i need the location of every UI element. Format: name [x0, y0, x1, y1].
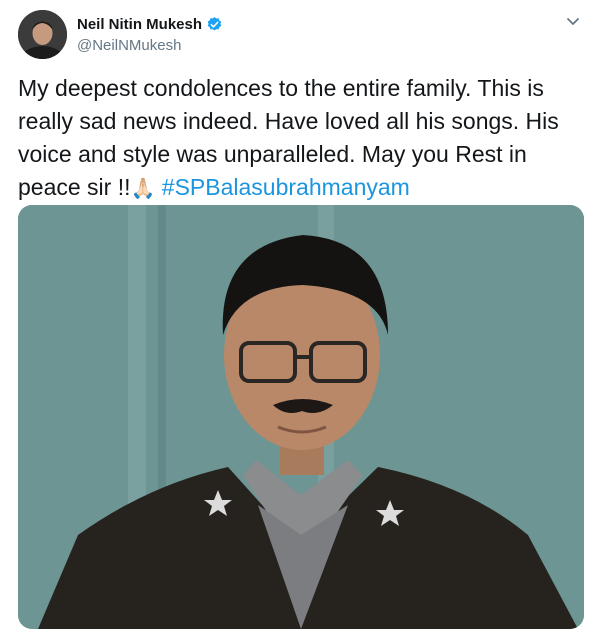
- tweet-photo[interactable]: [18, 205, 584, 629]
- avatar[interactable]: [18, 10, 67, 59]
- prayer-emoji: 🙏🏻: [130, 176, 156, 200]
- user-handle[interactable]: @NeilNMukesh: [77, 37, 223, 54]
- hashtag-link[interactable]: #SPBalasubrahmanyam: [162, 174, 410, 200]
- author-block: Neil Nitin Mukesh @NeilNMukesh: [77, 14, 223, 54]
- tweet-card[interactable]: Neil Nitin Mukesh @NeilNMukesh My deepes…: [0, 0, 596, 629]
- display-name[interactable]: Neil Nitin Mukesh: [77, 16, 202, 33]
- chevron-down-icon[interactable]: [564, 12, 582, 30]
- verified-badge-icon: [206, 16, 223, 33]
- tweet-text: My deepest condolences to the entire fam…: [18, 72, 578, 205]
